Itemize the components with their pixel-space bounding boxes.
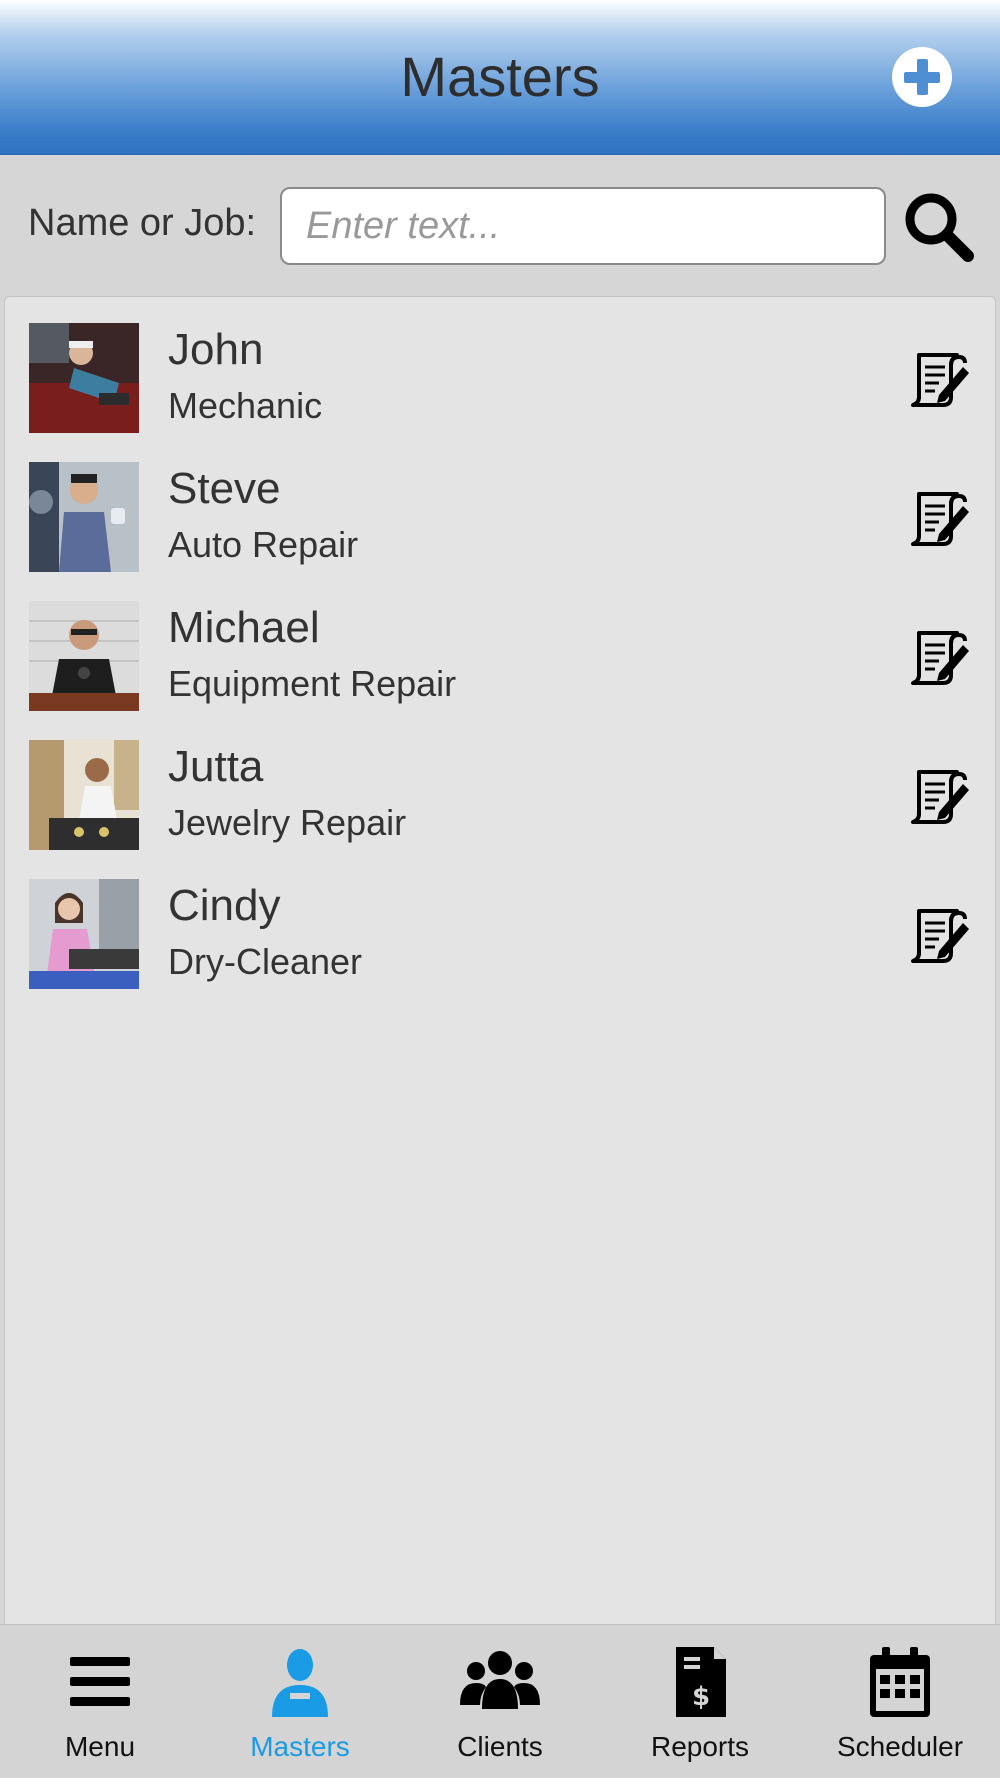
master-name: Cindy [168,881,281,930]
search-label: Name or Job: [28,202,257,244]
master-job: Dry-Cleaner [168,941,363,982]
plus-circle-icon [904,59,940,95]
tab-label: Reports [650,1731,750,1762]
svg-text:$: $ [692,1682,710,1712]
worker-icon [272,1649,328,1717]
tab-reports[interactable]: $ Reports [600,1625,800,1778]
calendar-icon [870,1647,930,1717]
avatar [29,323,139,433]
list-item[interactable]: Michael Equipment Repair [5,575,995,714]
tab-scheduler[interactable]: Scheduler [800,1625,1000,1778]
invoice-dollar-icon: $ [676,1647,726,1717]
list-item[interactable]: Cindy Dry-Cleaner [5,853,995,992]
tab-label: Scheduler [836,1731,964,1762]
search-bar: Name or Job: [0,156,1000,294]
master-job: Equipment Repair [168,663,457,704]
master-job: Auto Repair [168,524,359,565]
avatar [29,879,139,989]
master-job: Mechanic [168,385,323,426]
header-bar: Masters [0,0,1000,155]
edit-note-icon[interactable] [905,625,971,691]
avatar [29,462,139,572]
add-master-button[interactable] [892,47,952,107]
master-name: Steve [168,464,281,513]
edit-note-icon[interactable] [905,764,971,830]
list-item[interactable]: Steve Auto Repair [5,436,995,575]
edit-note-icon[interactable] [905,903,971,969]
group-icon [460,1651,540,1709]
master-job: Jewelry Repair [168,802,407,843]
tab-label: Menu [64,1731,136,1762]
search-button[interactable] [902,190,974,262]
search-input[interactable] [280,187,886,265]
master-name: Jutta [168,742,264,791]
list-item[interactable]: Jutta Jewelry Repair [5,714,995,853]
masters-list: John Mechanic Steve Auto Repair Michael … [4,296,996,1626]
bottom-tab-bar: Menu Masters Clients $ Reports Scheduler [0,1624,1000,1778]
edit-note-icon[interactable] [905,347,971,413]
tab-menu[interactable]: Menu [0,1625,200,1778]
avatar [29,601,139,711]
page-title: Masters [400,45,600,108]
edit-note-icon[interactable] [905,486,971,552]
list-item[interactable]: John Mechanic [5,297,995,436]
master-name: John [168,325,264,374]
search-icon [905,193,974,262]
hamburger-icon [70,1657,130,1706]
tab-clients[interactable]: Clients [400,1625,600,1778]
tab-masters[interactable]: Masters [200,1625,400,1778]
tab-label: Masters [250,1731,350,1762]
avatar [29,740,139,850]
master-name: Michael [168,603,320,652]
tab-label: Clients [457,1731,543,1762]
